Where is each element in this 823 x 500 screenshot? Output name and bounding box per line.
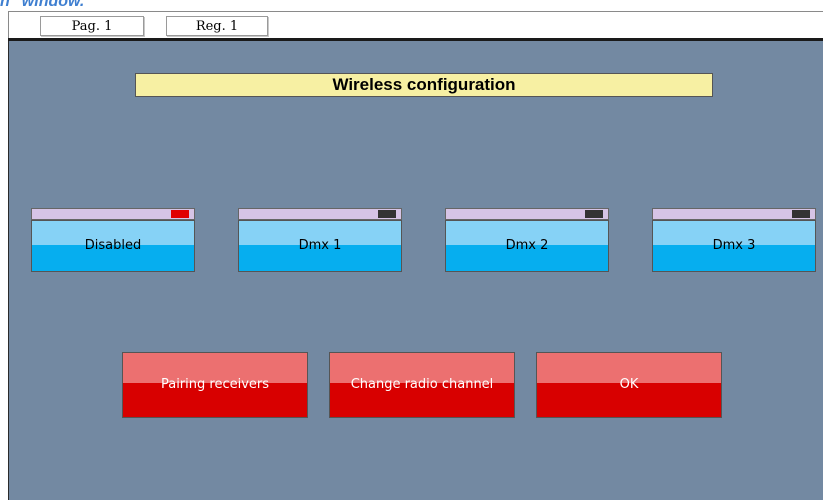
mode-dmx2-button[interactable]: Dmx 2 bbox=[445, 220, 609, 272]
top-bar: Pag. 1 Reg. 1 bbox=[8, 11, 823, 39]
mode-dmx1: Dmx 1 bbox=[238, 208, 402, 272]
mode-indicator-bar bbox=[238, 208, 402, 220]
tab-page[interactable]: Pag. 1 bbox=[40, 16, 144, 36]
mode-dmx2: Dmx 2 bbox=[445, 208, 609, 272]
status-led-icon bbox=[171, 210, 189, 218]
mode-dmx3-button[interactable]: Dmx 3 bbox=[652, 220, 816, 272]
page-title: Wireless configuration bbox=[135, 73, 713, 97]
status-led-icon bbox=[585, 210, 603, 218]
mode-disabled-button[interactable]: Disabled bbox=[31, 220, 195, 272]
status-led-icon bbox=[792, 210, 810, 218]
mode-indicator-bar bbox=[445, 208, 609, 220]
caption-text: n" window. bbox=[0, 0, 85, 10]
mode-indicator-bar bbox=[31, 208, 195, 220]
ok-button[interactable]: OK bbox=[536, 352, 722, 418]
change-radio-channel-button[interactable]: Change radio channel bbox=[329, 352, 515, 418]
pairing-receivers-button[interactable]: Pairing receivers bbox=[122, 352, 308, 418]
tab-register[interactable]: Reg. 1 bbox=[166, 16, 268, 36]
mode-dmx1-button[interactable]: Dmx 1 bbox=[238, 220, 402, 272]
mode-disabled: Disabled bbox=[31, 208, 195, 272]
status-led-icon bbox=[378, 210, 396, 218]
mode-dmx3: Dmx 3 bbox=[652, 208, 816, 272]
mode-indicator-bar bbox=[652, 208, 816, 220]
